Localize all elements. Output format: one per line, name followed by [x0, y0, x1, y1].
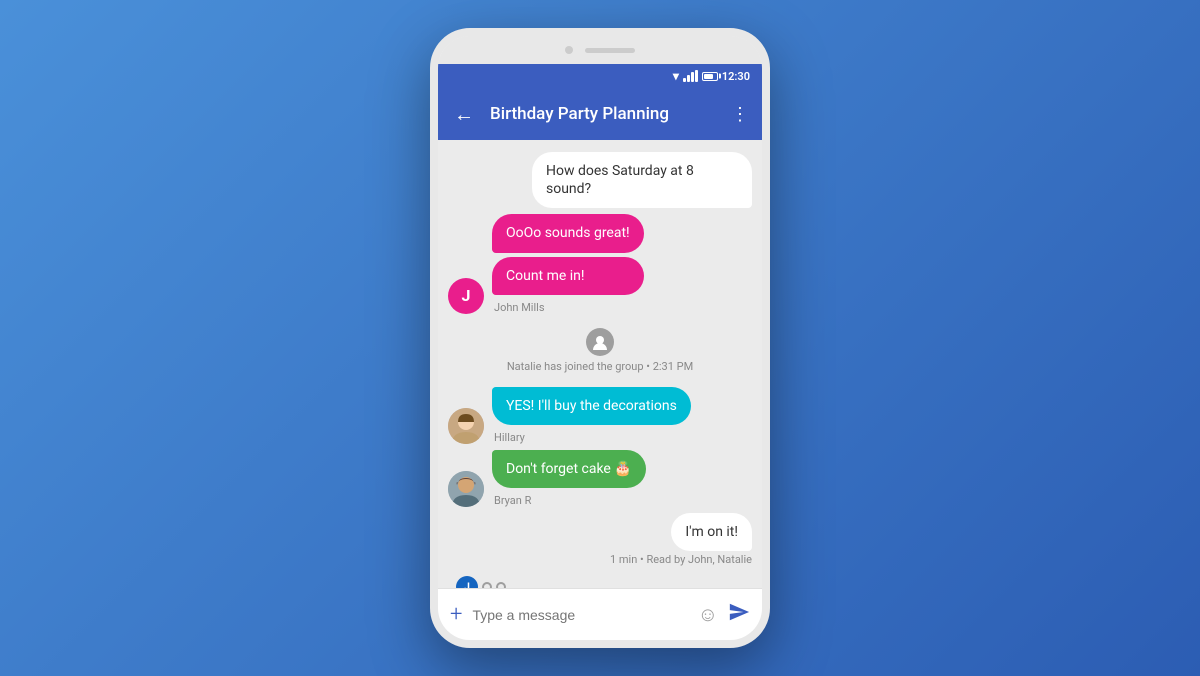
message-row: YES! I'll buy the decorations Hillary	[448, 387, 752, 444]
message-group: YES! I'll buy the decorations Hillary	[492, 387, 691, 444]
status-time: 12:30	[722, 70, 750, 83]
participant-avatar: J	[456, 576, 478, 588]
message-bubble: Count me in!	[492, 257, 644, 295]
sender-name: Hillary	[492, 431, 691, 444]
phone-shell: ▾ 12:30 ← Birthday Party Planning ⋮ How …	[430, 28, 770, 648]
bottom-bar: + ☺	[438, 588, 762, 640]
participants-row: J	[448, 572, 752, 588]
phone-notch	[438, 36, 762, 64]
chat-area: How does Saturday at 8 sound? J OoOo sou…	[438, 140, 762, 588]
status-bar: ▾ 12:30	[438, 64, 762, 88]
message-bubble: Don't forget cake 🎂	[492, 450, 646, 488]
emoji-button[interactable]: ☺	[698, 602, 718, 627]
app-title: Birthday Party Planning	[490, 104, 719, 124]
sender-name: Bryan R	[492, 494, 646, 507]
add-button[interactable]: +	[450, 602, 462, 627]
app-bar: ← Birthday Party Planning ⋮	[438, 88, 762, 140]
system-avatar	[586, 328, 614, 356]
message-bubble: How does Saturday at 8 sound?	[532, 152, 752, 208]
message-row: Don't forget cake 🎂 Bryan R	[448, 450, 752, 507]
wifi-icon: ▾	[673, 69, 679, 83]
system-text: Natalie has joined the group • 2:31 PM	[507, 360, 693, 373]
avatar: J	[448, 278, 484, 314]
sender-name: John Mills	[492, 301, 644, 314]
read-receipt: 1 min • Read by John, Natalie	[610, 553, 752, 566]
system-message: Natalie has joined the group • 2:31 PM	[448, 328, 752, 373]
message-bubble: OoOo sounds great!	[492, 214, 644, 252]
message-input[interactable]	[472, 607, 687, 623]
back-button[interactable]: ←	[450, 102, 478, 127]
avatar	[448, 408, 484, 444]
send-button[interactable]	[728, 601, 750, 628]
camera	[565, 46, 573, 54]
message-row: J OoOo sounds great! Count me in! John M…	[448, 214, 752, 313]
message-bubble: YES! I'll buy the decorations	[492, 387, 691, 425]
avatar	[448, 471, 484, 507]
message-bubble: I'm on it!	[671, 513, 752, 551]
message-row: I'm on it! 1 min • Read by John, Natalie	[448, 513, 752, 566]
speaker	[585, 48, 635, 53]
message-group: OoOo sounds great! Count me in! John Mil…	[492, 214, 644, 313]
more-button[interactable]: ⋮	[731, 104, 750, 125]
signal-icon	[683, 70, 698, 82]
message-row: How does Saturday at 8 sound?	[448, 152, 752, 208]
message-group: Don't forget cake 🎂 Bryan R	[492, 450, 646, 507]
battery-icon	[702, 72, 718, 81]
